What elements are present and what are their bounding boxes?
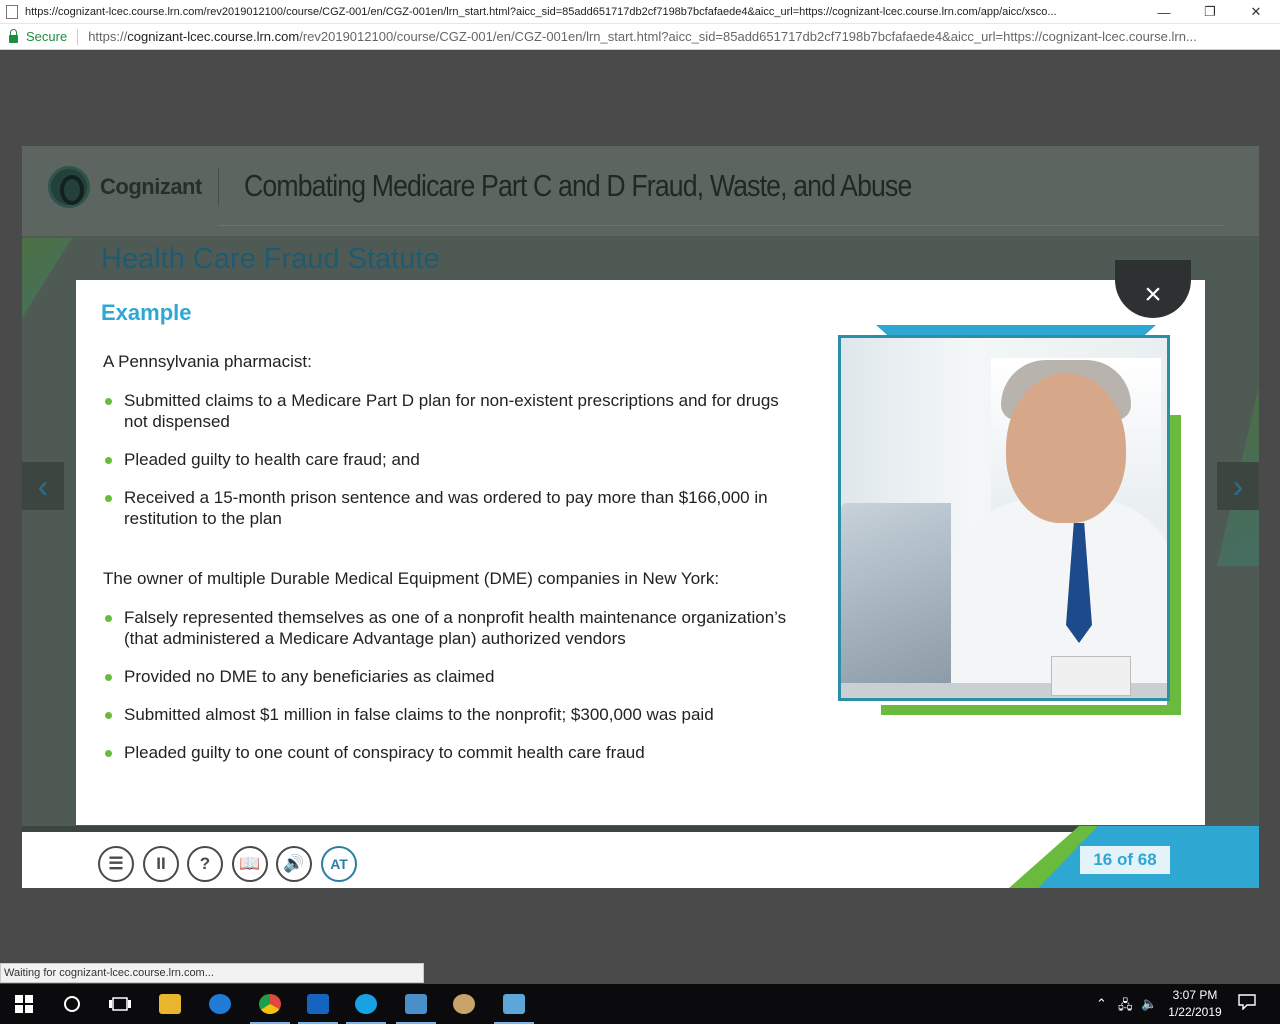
case2-list: Falsely represented themselves as one of… (104, 607, 804, 780)
next-slide-button[interactable]: › (1217, 462, 1259, 510)
outlook-icon (307, 994, 329, 1014)
taskbar-edge[interactable] (196, 984, 244, 1024)
windows-taskbar: ⌃ 🖧 🔈 3:07 PM 1/22/2019 (0, 984, 1280, 1024)
taskbar-clock[interactable]: 3:07 PM 1/22/2019 (1160, 987, 1230, 1021)
url-path: /rev2019012100/course/CGZ-001/en/CGZ-001… (299, 29, 1197, 44)
page-icon (6, 4, 18, 19)
minimize-button[interactable]: — (1141, 0, 1187, 24)
skype-icon (355, 994, 377, 1014)
clock-date: 1/22/2019 (1168, 1005, 1222, 1019)
close-icon: × (1144, 278, 1162, 311)
page-counter: 16 of 68 (1078, 844, 1172, 876)
list-item: Falsely represented themselves as one of… (104, 607, 804, 649)
restore-button[interactable]: ❐ (1187, 0, 1233, 24)
task-view-button[interactable] (96, 984, 144, 1024)
close-window-button[interactable]: ✕ (1233, 0, 1279, 24)
example-modal: × Example A Pennsylvania pharmacist: Sub… (76, 260, 1205, 825)
start-button[interactable] (0, 984, 48, 1024)
previous-slide-button[interactable]: ‹ (22, 462, 64, 510)
task-view-icon (109, 997, 131, 1011)
taskbar-paint[interactable] (440, 984, 488, 1024)
windows-logo-icon (15, 995, 33, 1013)
taskbar-remote-desktop[interactable] (392, 984, 440, 1024)
remote-desktop-icon (405, 994, 427, 1014)
slide-heading: Health Care Fraud Statute (101, 243, 440, 275)
player-toolbar: ☰ II ? 📖 🔊 AT 16 of 68 (22, 826, 1259, 888)
doctor-photo (838, 335, 1170, 701)
notifications-icon[interactable] (1238, 994, 1256, 1013)
frame-accent-top (876, 325, 1156, 335)
list-item: Submitted almost $1 million in false cla… (104, 704, 804, 725)
address-separator (77, 28, 79, 45)
address-bar[interactable]: Secure https://cognizant-lcec.course.lrn… (0, 24, 1280, 50)
browser-title-bar: https://cognizant-lcec.course.lrn.com/re… (0, 0, 1280, 24)
help-button[interactable]: ? (187, 846, 223, 882)
case2-intro: The owner of multiple Durable Medical Eq… (103, 569, 720, 588)
frame-accent-bottom (881, 705, 1181, 715)
modal-heading: Example (101, 300, 192, 325)
close-modal-button[interactable]: × (1115, 260, 1191, 318)
taskbar-file-explorer[interactable] (146, 984, 194, 1024)
course-header: Cognizant Combating Medicare Part C and … (22, 146, 1259, 236)
taskbar-skype[interactable] (342, 984, 390, 1024)
cognizant-logo-icon (48, 166, 90, 208)
case1-list: Submitted claims to a Medicare Part D pl… (104, 390, 804, 546)
url-field[interactable]: https://cognizant-lcec.course.lrn.com/re… (88, 29, 1273, 44)
taskbar-notes-app[interactable] (490, 984, 538, 1024)
header-rule (218, 225, 1224, 226)
lock-icon (9, 28, 18, 43)
chrome-icon (259, 994, 281, 1014)
list-item: Provided no DME to any beneficiaries as … (104, 666, 804, 687)
notes-app-icon (503, 994, 525, 1014)
photo-face (1006, 373, 1126, 523)
text-settings-button[interactable]: AT (321, 846, 357, 882)
list-item: Submitted claims to a Medicare Part D pl… (104, 390, 804, 432)
clock-time: 3:07 PM (1172, 988, 1218, 1002)
chevron-up-icon[interactable]: ⌃ (1096, 996, 1107, 1012)
glossary-button[interactable]: 📖 (232, 846, 268, 882)
photo-laptop (841, 503, 951, 688)
edge-icon (209, 994, 231, 1014)
case1-intro: A Pennsylvania pharmacist: (103, 352, 312, 371)
volume-icon[interactable]: 🔈 (1141, 996, 1157, 1012)
list-item: Pleaded guilty to one count of conspirac… (104, 742, 804, 763)
course-title: Combating Medicare Part C and D Fraud, W… (244, 168, 912, 203)
pause-button[interactable]: II (143, 846, 179, 882)
url-scheme: https:// (88, 29, 128, 44)
url-host: cognizant-lcec.course.lrn.com (127, 29, 300, 44)
brand-name: Cognizant (100, 174, 202, 199)
menu-button[interactable]: ☰ (98, 846, 134, 882)
file-explorer-icon (159, 994, 181, 1014)
list-item: Pleaded guilty to health care fraud; and (104, 449, 804, 470)
network-icon[interactable]: 🖧 (1118, 996, 1133, 1018)
window-title: https://cognizant-lcec.course.lrn.com/re… (25, 5, 1057, 18)
taskbar-outlook[interactable] (294, 984, 342, 1024)
taskbar-chrome[interactable] (246, 984, 294, 1024)
doctor-photo-frame (836, 325, 1181, 715)
photo-medicine-box (1051, 656, 1131, 696)
search-button[interactable] (48, 984, 96, 1024)
secure-label[interactable]: Secure (26, 29, 67, 44)
browser-status-bar: Waiting for cognizant-lcec.course.lrn.co… (0, 963, 424, 983)
paint-icon (453, 994, 475, 1014)
list-item: Received a 15-month prison sentence and … (104, 487, 804, 529)
cortana-icon (64, 996, 80, 1012)
header-divider (218, 168, 219, 206)
audio-button[interactable]: 🔊 (276, 846, 312, 882)
